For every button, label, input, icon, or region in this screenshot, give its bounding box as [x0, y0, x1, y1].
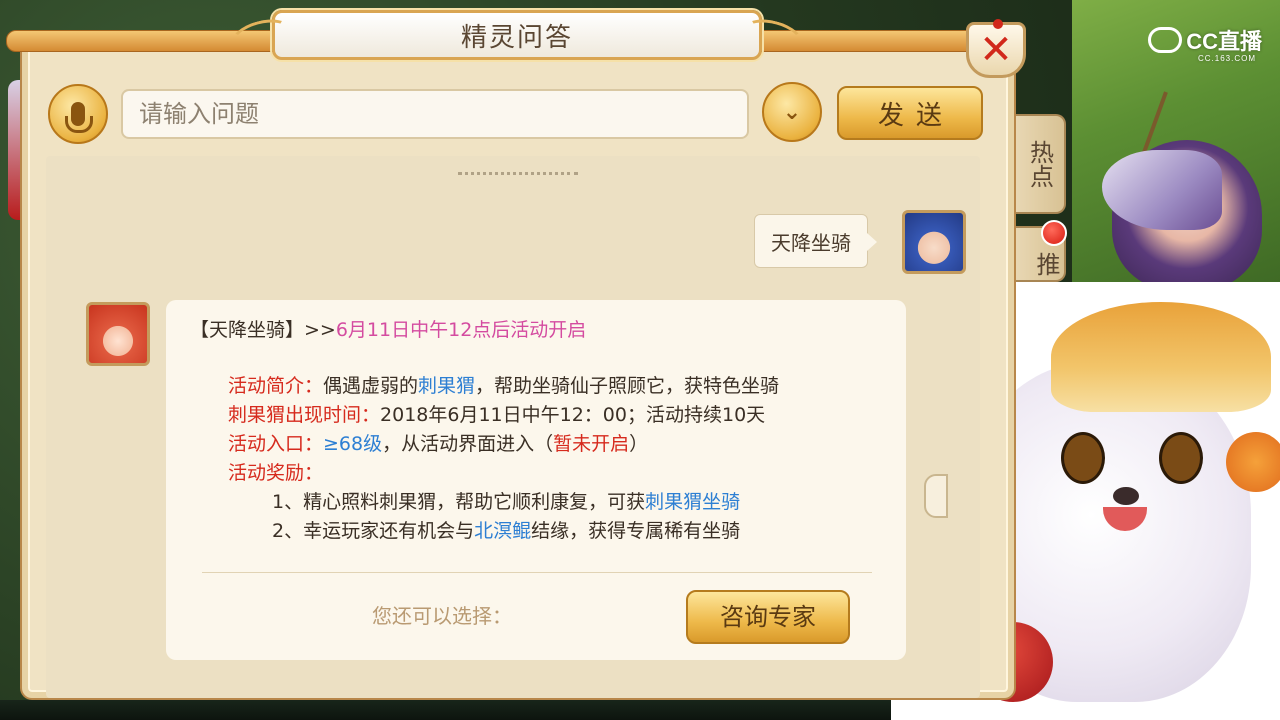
time-line: 刺果猬出现时间：2018年6月11日中午12：00；活动持续10天	[228, 401, 779, 430]
chevron-down-icon: ⌄	[782, 99, 802, 125]
reward-1-link[interactable]: 刺果猬坐骑	[645, 491, 740, 513]
entry-status: 暂未开启	[553, 433, 630, 455]
reward-2-text-1: 2、幸运玩家还有机会与	[272, 520, 475, 542]
close-button[interactable]: ✕	[966, 19, 1026, 78]
heading-highlight: 6月11日中午12点后活动开启	[335, 319, 587, 341]
time-label: 刺果猬出现时间：	[228, 404, 381, 426]
streamer-camera-top: CC直播 CC.163.COM	[1072, 0, 1280, 282]
close-pin-icon	[993, 19, 1003, 29]
send-button[interactable]: 发送	[837, 86, 983, 140]
reward-2-link[interactable]: 北溟鲲	[474, 520, 531, 542]
answer-card: 【天降坐骑】>>6月11日中午12点后活动开启 活动简介：偶遇虚弱的刺果猬，帮助…	[166, 300, 906, 660]
tab-hot-topics[interactable]: 热点	[1016, 114, 1066, 214]
time-text: 2018年6月11日中午12：00；活动持续10天	[380, 404, 766, 426]
chat-timestamp	[458, 172, 578, 182]
entry-close: ）	[629, 433, 649, 455]
cc-live-logo: CC直播 CC.163.COM	[1148, 24, 1262, 63]
cloud-icon	[1148, 27, 1183, 53]
suggestions-dropdown-button[interactable]: ⌄	[762, 82, 822, 142]
flower-icon	[1226, 432, 1280, 492]
voice-input-button[interactable]	[48, 84, 108, 144]
reward-item-1: 1、精心照料刺果猬，帮助它顺利康复，可获刺果猬坐骑	[228, 488, 779, 517]
intro-line: 活动简介：偶遇虚弱的刺果猬，帮助坐骑仙子照顾它，获特色坐骑	[228, 372, 779, 401]
logo-subtext: CC.163.COM	[1197, 54, 1256, 63]
pet-right-eye	[1159, 432, 1203, 484]
notification-dot	[1041, 220, 1067, 246]
microphone-icon	[65, 102, 93, 133]
logo-text: CC直播	[1186, 29, 1262, 54]
entry-text: ，从活动界面进入（	[382, 433, 554, 455]
intro-link[interactable]: 刺果猬	[418, 375, 475, 397]
spirit-avatar	[86, 302, 150, 366]
pet-left-eye	[1061, 432, 1105, 484]
scroll-handle[interactable]	[924, 474, 948, 518]
reward-2-text-2: 结缘，获得专属稀有坐骑	[531, 520, 741, 542]
reward-line: 活动奖励：	[228, 459, 779, 488]
close-icon: ✕	[979, 27, 1013, 73]
entry-label: 活动入口：	[228, 433, 324, 455]
dialog-title-plate: 精灵问答	[228, 10, 806, 60]
answer-heading: 【天降坐骑】>>6月11日中午12点后活动开启	[190, 316, 586, 345]
answer-divider	[202, 572, 872, 573]
pet-mane	[1051, 302, 1271, 412]
chat-history[interactable]: 天降坐骑 【天降坐骑】>>6月11日中午12点后活动开启 活动简介：偶遇虚弱的刺…	[46, 156, 980, 698]
heading-prefix: 【天降坐骑】>>	[190, 319, 336, 341]
reward-1-text: 1、精心照料刺果猬，帮助它顺利康复，可获	[272, 491, 646, 513]
intro-text-2: ，帮助坐骑仙子照顾它，获特色坐骑	[475, 375, 780, 397]
game-bottom-strip	[0, 700, 900, 720]
intro-label: 活动简介：	[228, 375, 324, 397]
user-avatar	[902, 210, 966, 274]
user-message-bubble: 天降坐骑	[754, 214, 877, 268]
choose-prompt: 您还可以选择：	[372, 604, 512, 628]
entry-level[interactable]: ≥68级	[323, 433, 382, 455]
intro-text-1: 偶遇虚弱的	[323, 375, 419, 397]
dialog-title: 精灵问答	[460, 22, 573, 53]
reward-label: 活动奖励：	[228, 462, 324, 484]
question-input[interactable]	[121, 89, 749, 139]
entry-line: 活动入口：≥68级，从活动界面进入（暂未开启）	[228, 430, 779, 459]
reward-item-2: 2、幸运玩家还有机会与北溟鲲结缘，获得专属稀有坐骑	[228, 517, 779, 546]
pet-nose	[1113, 487, 1139, 505]
answer-body: 活动简介：偶遇虚弱的刺果猬，帮助坐骑仙子照顾它，获特色坐骑 刺果猬出现时间：20…	[228, 372, 779, 546]
consult-expert-button[interactable]: 咨询专家	[686, 590, 850, 644]
